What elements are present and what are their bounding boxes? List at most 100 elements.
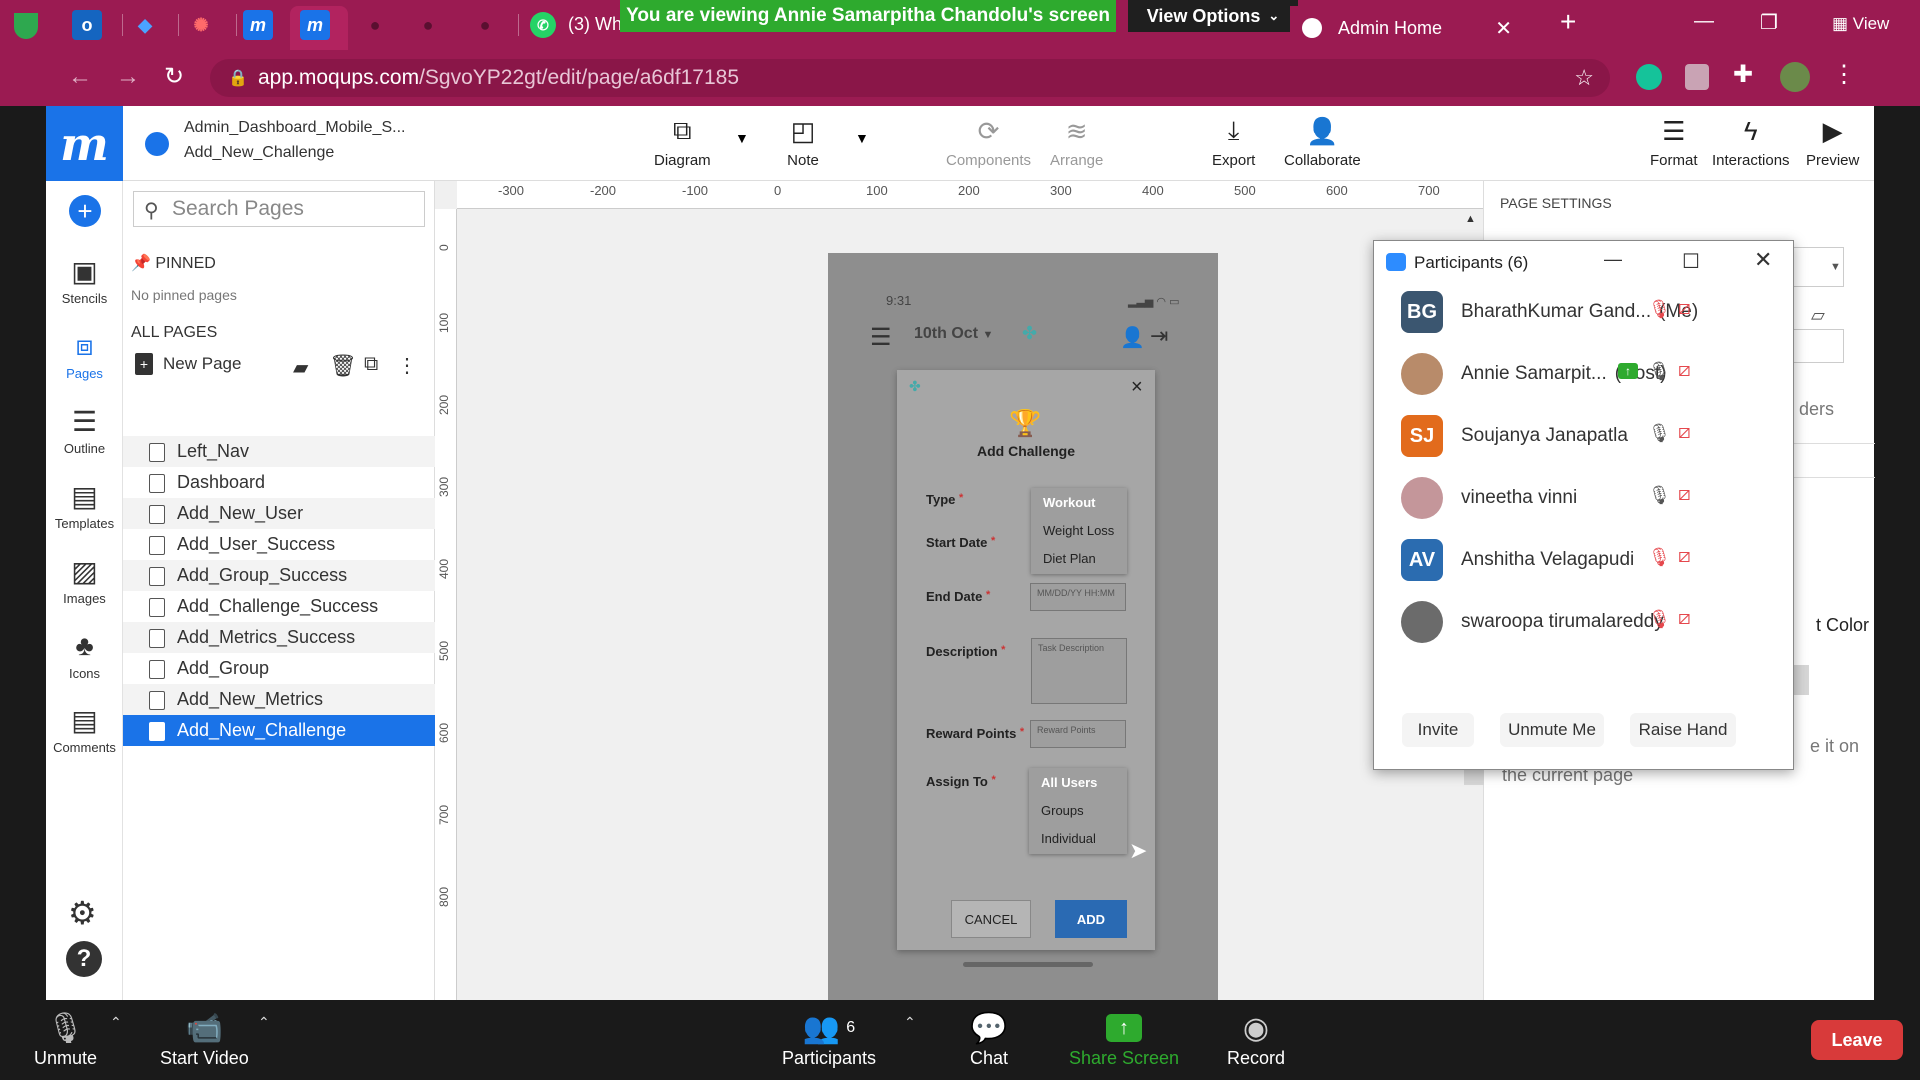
- video-options-icon[interactable]: ⌃: [258, 1014, 270, 1031]
- jira-tab-icon[interactable]: ◆: [130, 10, 160, 40]
- minimize-icon[interactable]: —: [1694, 10, 1714, 33]
- unmute-me-button[interactable]: Unmute Me: [1500, 713, 1604, 747]
- type-option[interactable]: Workout: [1031, 488, 1127, 516]
- github-tab-icon[interactable]: ●: [360, 10, 390, 40]
- modal-close-icon[interactable]: ×: [1131, 376, 1143, 399]
- rail-icons[interactable]: ♣ Icons: [46, 626, 123, 681]
- duplicate-icon[interactable]: ⧉: [364, 353, 378, 376]
- participant-row[interactable]: SJ Soujanya Janapatla 🎙 ⧄: [1374, 405, 1795, 467]
- add-icon[interactable]: +: [69, 195, 101, 227]
- page-item[interactable]: Add_Metrics_Success: [123, 622, 435, 653]
- moqups-logo[interactable]: m: [46, 106, 123, 181]
- interactions-tool[interactable]: ϟ Interactions: [1712, 114, 1790, 170]
- participants-options-icon[interactable]: ⌃: [904, 1014, 916, 1031]
- help-icon[interactable]: ?: [66, 941, 102, 977]
- zoom-view-button[interactable]: ▦ View: [1832, 14, 1889, 34]
- participant-row[interactable]: Annie Samarpit... (Host) ↑ 🎙 ⧄: [1374, 343, 1795, 405]
- preview-tool[interactable]: ▶ Preview: [1806, 114, 1859, 170]
- profile-avatar[interactable]: [1780, 62, 1810, 92]
- menu-icon[interactable]: ⋮: [1832, 60, 1856, 89]
- assign-option[interactable]: Individual: [1029, 824, 1127, 852]
- reload-icon[interactable]: ↻: [164, 62, 184, 91]
- admin-home-tab[interactable]: Admin Home ✕: [1290, 6, 1530, 50]
- mobile-mockup[interactable]: 9:31 ▂▃▅ ◠ ▭ ☰ 10th Oct ▼ ✤ 👤 ⇥ ✤ × 🏆 Ad…: [828, 253, 1218, 1000]
- more-icon[interactable]: ⋮: [397, 353, 417, 378]
- minimize-icon[interactable]: —: [1604, 249, 1622, 270]
- page-item[interactable]: Dashboard: [123, 467, 435, 498]
- page-item[interactable]: Add_New_User: [123, 498, 435, 529]
- leave-button[interactable]: Leave: [1811, 1020, 1903, 1060]
- components-tool[interactable]: ⟳ Components: [946, 114, 1031, 170]
- globe-icon[interactable]: [145, 132, 169, 156]
- start-video-button[interactable]: 📹 Start Video: [160, 1008, 249, 1069]
- participant-row[interactable]: BG BharathKumar Gand... (Me) 🎙 ⧄: [1374, 281, 1795, 343]
- participant-row[interactable]: AV Anshitha Velagapudi 🎙 ⧄: [1374, 529, 1795, 591]
- rail-templates[interactable]: ▤ Templates: [46, 476, 123, 532]
- rail-pages[interactable]: ⧈ Pages: [46, 326, 123, 382]
- format-tool[interactable]: ☰ Format: [1650, 114, 1698, 170]
- assign-to-dropdown[interactable]: All Users Groups Individual: [1029, 768, 1127, 854]
- page-item[interactable]: Add_New_Challenge: [123, 715, 435, 746]
- app-tab-icon[interactable]: ✺: [186, 10, 216, 40]
- cancel-button[interactable]: CANCEL: [951, 900, 1031, 938]
- settings-icon[interactable]: ⚙: [68, 894, 97, 932]
- moqups-tab-icon[interactable]: m: [300, 10, 330, 40]
- page-item[interactable]: Add_Group_Success: [123, 560, 435, 591]
- new-folder-icon[interactable]: ▰: [293, 355, 308, 380]
- participants-button[interactable]: 👥 6 Participants: [782, 1008, 876, 1069]
- scroll-up-icon[interactable]: ▲: [1465, 213, 1476, 225]
- trash-icon[interactable]: 🗑: [329, 353, 357, 379]
- star-icon[interactable]: ☆: [1574, 65, 1594, 91]
- new-page-button[interactable]: + New Page: [135, 353, 241, 375]
- unmute-button[interactable]: 🎙 Unmute: [34, 1008, 97, 1069]
- share-screen-button[interactable]: ↑ Share Screen: [1069, 1008, 1179, 1069]
- assign-option[interactable]: Groups: [1029, 796, 1127, 824]
- page-item[interactable]: Add_Group: [123, 653, 435, 684]
- reward-points-input[interactable]: Reward Points: [1030, 720, 1126, 748]
- canvas-area[interactable]: -300 -200 -100 0 100 200 300 400 500 600 700 0 100 2…: [435, 181, 1483, 1000]
- page-item[interactable]: Add_User_Success: [123, 529, 435, 560]
- record-button[interactable]: ◉ Record: [1227, 1008, 1285, 1069]
- participant-row[interactable]: swaroopa tirumalareddy 🎙 ⧄: [1374, 591, 1795, 653]
- hamburger-icon[interactable]: ☰: [870, 323, 892, 352]
- project-name[interactable]: Admin_Dashboard_Mobile_S...: [184, 119, 405, 137]
- label-icon[interactable]: ▱: [1811, 305, 1825, 326]
- github-tab-icon[interactable]: ●: [413, 10, 443, 40]
- moqups-tab-icon[interactable]: m: [243, 10, 273, 40]
- participant-row[interactable]: vineetha vinni 🎙 ⧄: [1374, 467, 1795, 529]
- rail-outline[interactable]: ☰ Outline: [46, 401, 123, 457]
- type-option[interactable]: Weight Loss: [1031, 516, 1127, 544]
- new-tab-icon[interactable]: +: [1560, 6, 1576, 38]
- logout-icon[interactable]: ⇥: [1150, 323, 1168, 349]
- rail-images[interactable]: ▨ Images: [46, 551, 123, 607]
- whatsapp-tab-icon[interactable]: ✆: [530, 12, 556, 38]
- extension-icon[interactable]: [1685, 64, 1709, 90]
- forward-icon[interactable]: →: [116, 63, 140, 91]
- type-option[interactable]: Diet Plan: [1031, 544, 1127, 572]
- close-icon[interactable]: ✕: [1754, 247, 1772, 273]
- raise-hand-button[interactable]: Raise Hand: [1630, 713, 1736, 747]
- close-tab-icon[interactable]: ✕: [1495, 16, 1512, 41]
- end-date-input[interactable]: MM/DD/YY HH:MM: [1030, 583, 1126, 611]
- url-field[interactable]: 🔒 app.moqups.com/SgvoYP22gt/edit/page/a6…: [210, 59, 1610, 97]
- back-icon[interactable]: ←: [68, 63, 92, 91]
- page-item[interactable]: Add_Challenge_Success: [123, 591, 435, 622]
- restore-icon[interactable]: ❐: [1760, 10, 1778, 35]
- user-icon[interactable]: 👤: [1120, 325, 1145, 350]
- audio-options-icon[interactable]: ⌃: [110, 1014, 122, 1031]
- export-tool[interactable]: ⤓ Export: [1212, 114, 1255, 169]
- assign-option[interactable]: All Users: [1029, 768, 1127, 796]
- note-tool[interactable]: ◰ Note: [786, 114, 820, 170]
- description-input[interactable]: Task Description: [1031, 638, 1127, 704]
- maximize-icon[interactable]: ☐: [1682, 249, 1700, 274]
- rail-stencils[interactable]: ▣ Stencils: [46, 251, 123, 307]
- rail-comments[interactable]: ▤ Comments: [46, 700, 123, 756]
- diagram-tool[interactable]: ⧉ Diagram: [654, 114, 711, 169]
- page-item[interactable]: Add_New_Metrics: [123, 684, 435, 715]
- outlook-tab-icon[interactable]: o: [72, 10, 102, 40]
- grammarly-icon[interactable]: [1636, 64, 1662, 90]
- type-dropdown[interactable]: Workout Weight Loss Diet Plan: [1031, 488, 1127, 574]
- view-options-button[interactable]: View Options ⌄: [1128, 0, 1298, 32]
- chat-button[interactable]: 💬 Chat: [970, 1008, 1008, 1069]
- puzzle-icon[interactable]: ✚: [1733, 60, 1753, 89]
